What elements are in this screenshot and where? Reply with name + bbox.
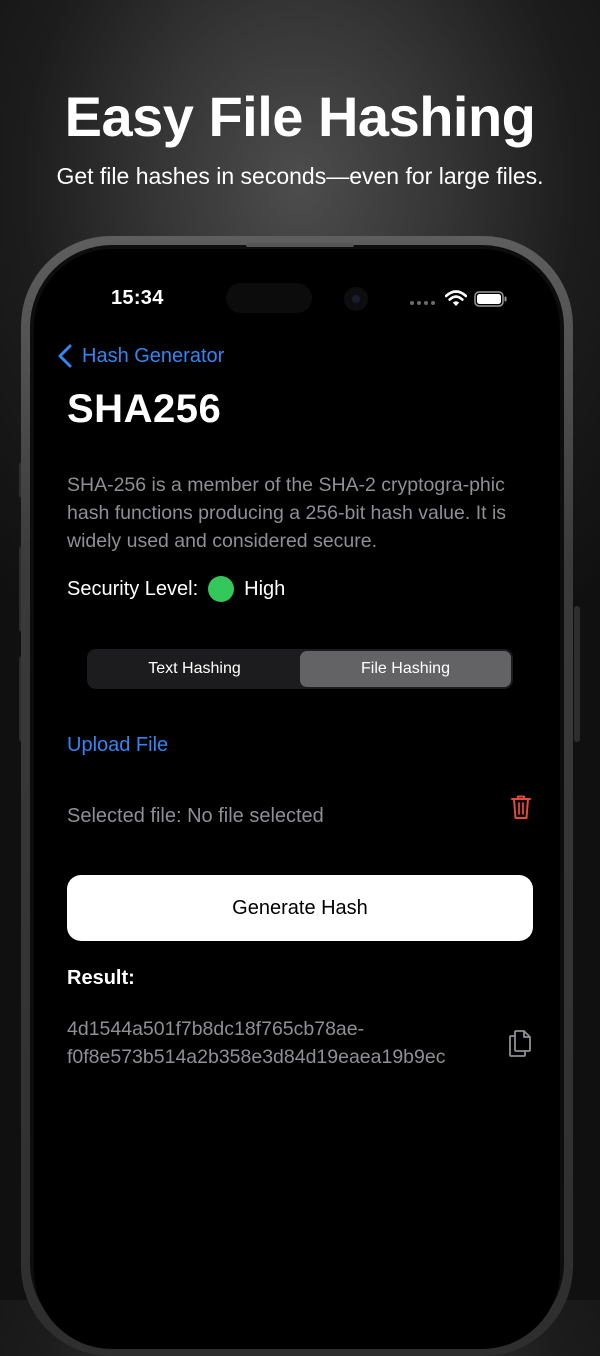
status-time: 15:34 bbox=[111, 287, 164, 309]
back-button[interactable]: Hash Generator bbox=[58, 344, 224, 368]
copy-icon[interactable] bbox=[508, 1029, 532, 1057]
result-hash-line-2: f0f8e573b514a2b358e3d84d19eaea19b9ec bbox=[67, 1046, 446, 1068]
algorithm-description: SHA-256 is a member of the SHA-2 cryptog… bbox=[67, 474, 507, 552]
security-status-dot bbox=[208, 576, 235, 602]
security-level-row: Security Level: High bbox=[67, 576, 285, 602]
chevron-left-icon bbox=[58, 344, 72, 368]
hashing-mode-segmented-control: Text Hashing File Hashing bbox=[87, 649, 513, 689]
power-button bbox=[574, 606, 580, 742]
front-camera bbox=[344, 287, 368, 311]
dynamic-island bbox=[226, 283, 312, 313]
top-speaker-bar bbox=[246, 243, 354, 247]
tab-file-hashing[interactable]: File Hashing bbox=[300, 651, 511, 687]
page-title: SHA256 bbox=[67, 387, 222, 431]
selected-file-status: Selected file: No file selected bbox=[67, 805, 324, 827]
promo-headline: Easy File Hashing bbox=[64, 85, 536, 148]
promo-subheadline: Get file hashes in seconds—even for larg… bbox=[56, 163, 544, 189]
battery-icon bbox=[474, 291, 507, 307]
back-button-label: Hash Generator bbox=[82, 344, 225, 367]
security-level-label: Security Level: bbox=[67, 577, 199, 600]
upload-file-button[interactable]: Upload File bbox=[67, 734, 168, 757]
generate-hash-button[interactable]: Generate Hash bbox=[67, 875, 533, 941]
trash-icon[interactable] bbox=[510, 794, 532, 820]
result-hash-line-1: 4d1544a501f7b8dc18f765cb78ae- bbox=[67, 1018, 365, 1040]
security-level-value: High bbox=[244, 577, 286, 600]
result-label: Result: bbox=[67, 967, 135, 989]
phone-screen: 15:34 Hash Generator SHA256 SHA-256 is a… bbox=[34, 249, 560, 1349]
result-hash-value: 4d1544a501f7b8dc18f765cb78ae- f0f8e573b5… bbox=[67, 1015, 507, 1071]
signal-dots-icon bbox=[410, 301, 435, 305]
tab-text-hashing[interactable]: Text Hashing bbox=[89, 651, 300, 687]
wifi-icon bbox=[445, 290, 467, 306]
